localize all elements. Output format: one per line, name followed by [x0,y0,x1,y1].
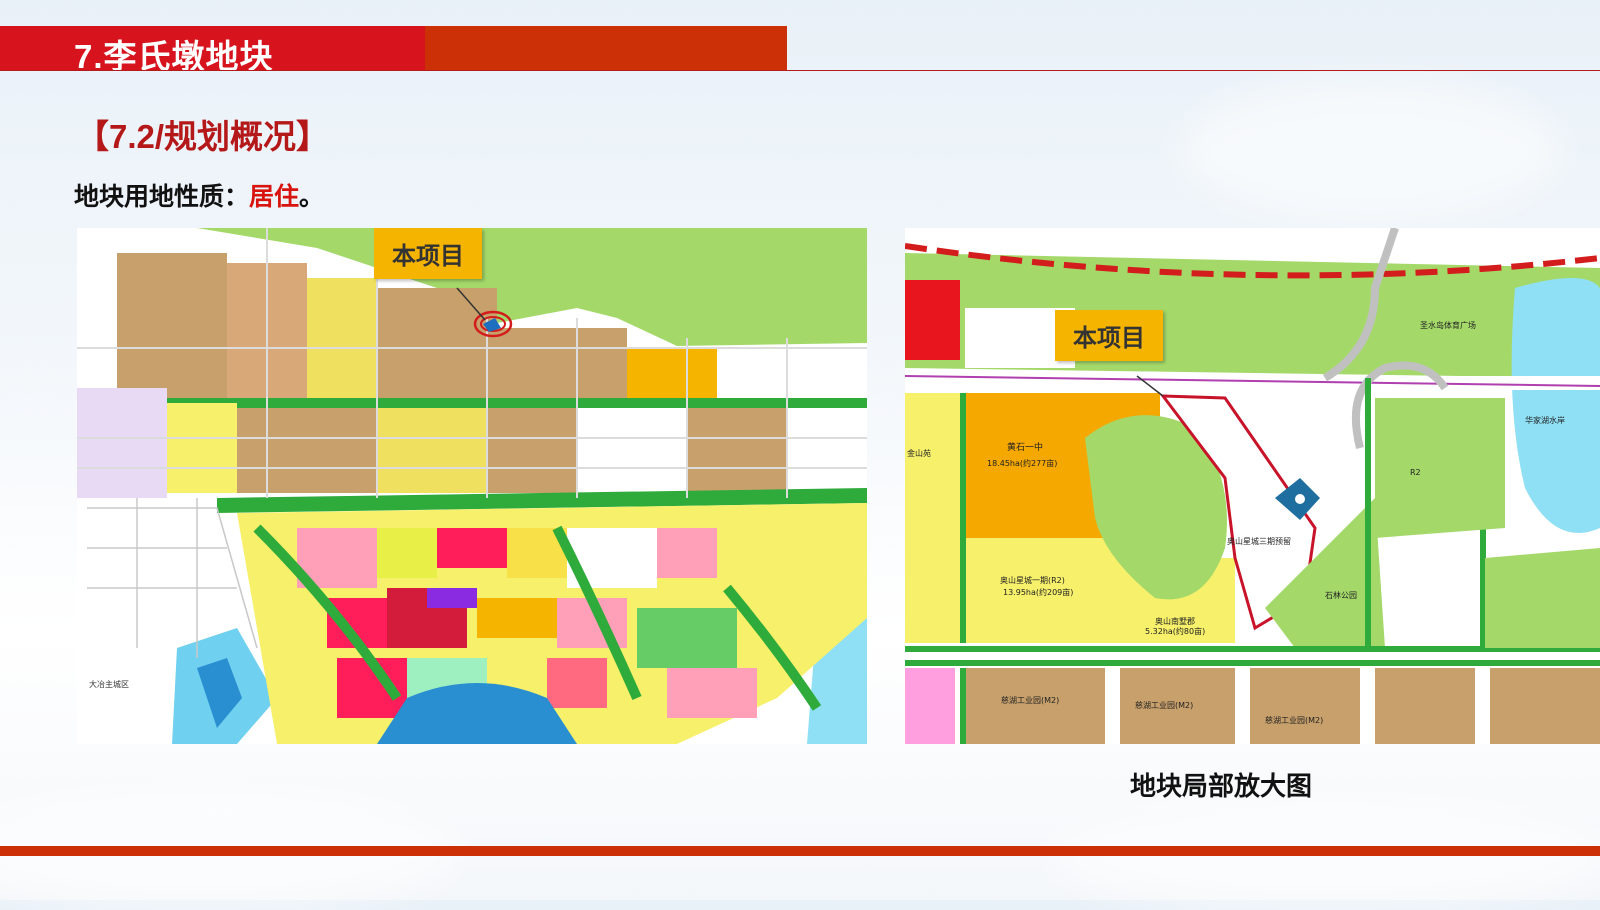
lake-shore-label: 华家湖水岸 [1525,415,1565,425]
project-callout-zoom: 本项目 [1055,310,1163,361]
villa-label: 奥山南墅郡 [1155,616,1195,626]
r2-label: R2 [1410,468,1421,477]
land-use-end: 。 [299,183,325,211]
phase3-label: 奥山星城三期预留 [1227,536,1291,546]
zoomed-detail-map: 黄石一中 18.45ha(约277亩) 奥山星城一期(R2) 13.95ha(约… [905,228,1600,744]
jinshan-label: 金山苑 [907,448,931,458]
school-label: 黄石一中 [1007,441,1043,453]
industrial-label-2: 慈湖工业园(M2) [1135,700,1193,710]
title-bar: 7.李氏墩地块 [0,26,787,75]
phase1-area-label: 13.95ha(约209亩) [1003,587,1073,597]
park-label: 石林公园 [1325,590,1357,600]
overview-map-graphic: 大冶主城区 [77,228,867,744]
project-callout: 本项目 [374,228,482,279]
district-label: 大冶主城区 [89,679,129,689]
north-area-label: 圣水岛体育广场 [1420,320,1476,330]
zoomed-map-graphic: 黄石一中 18.45ha(约277亩) 奥山星城一期(R2) 13.95ha(约… [905,228,1600,744]
title-bar-orange [425,26,787,70]
industrial-label-1: 慈湖工业园(M2) [1001,695,1059,705]
land-use-value: 居住 [249,183,300,211]
land-use-label: 地块用地性质： [74,183,250,211]
school-area-label: 18.45ha(约277亩) [987,458,1057,468]
overview-land-use-map: 大冶主城区 本项目 [77,228,867,744]
title-divider [0,70,1600,71]
phase1-label: 奥山星城一期(R2) [1000,575,1065,585]
bottom-divider [0,846,1600,856]
zoom-map-caption: 地块局部放大图 [1130,771,1313,801]
land-use-line: 地块用地性质：居住。 [74,177,324,213]
background-cloud [1180,80,1560,220]
industrial-label-3: 慈湖工业园(M2) [1265,715,1323,725]
villa-area-label: 5.32ha(约80亩) [1145,626,1205,636]
section-heading: 【7.2/规划概况】 [76,118,330,155]
